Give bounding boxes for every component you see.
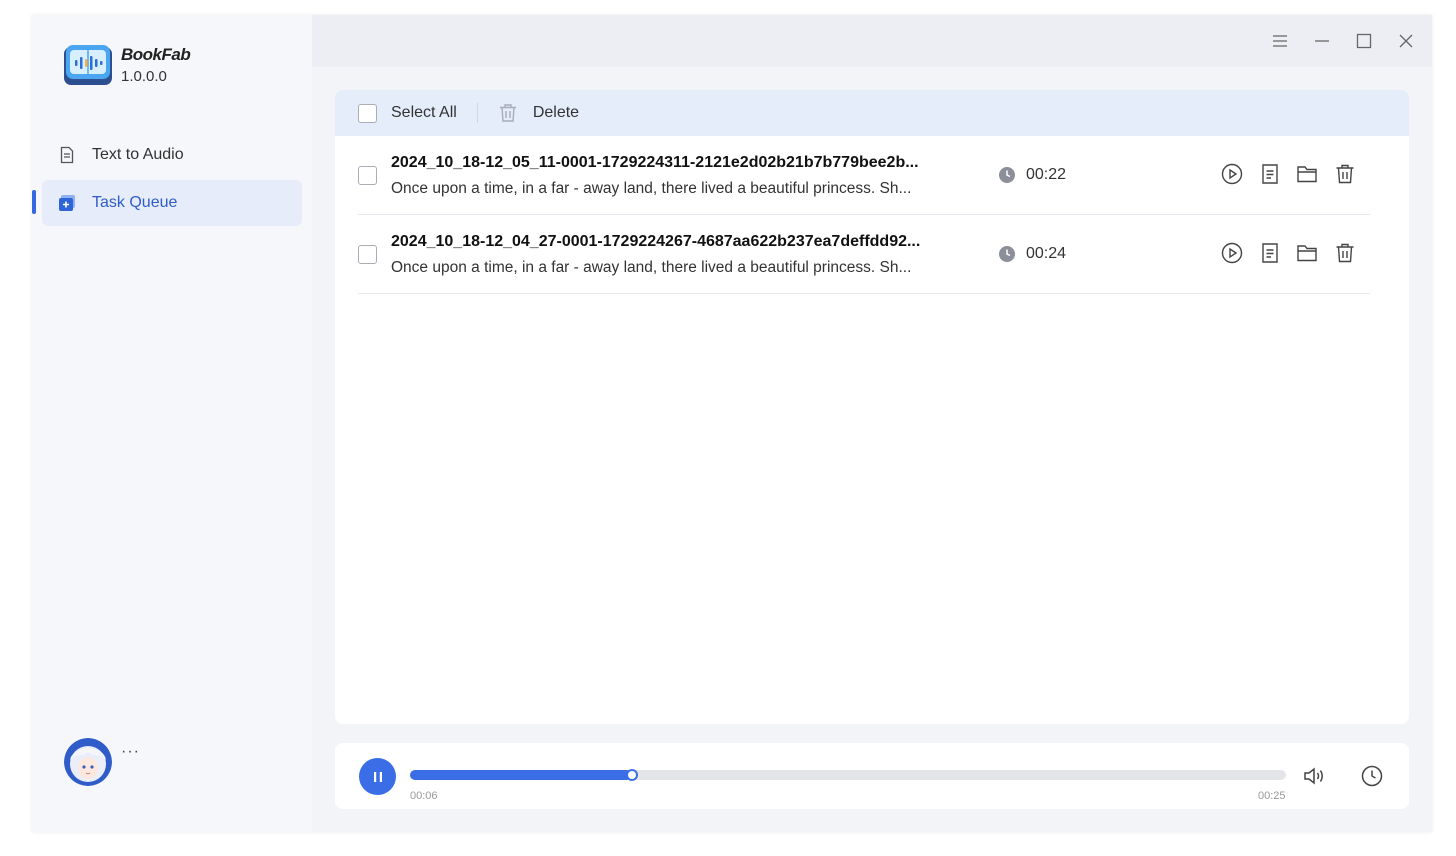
task-title: 2024_10_18-12_04_27-0001-1729224267-4687… <box>391 233 921 250</box>
task-duration: 00:22 <box>998 166 1066 184</box>
folder-icon <box>1297 166 1317 183</box>
progress-fill <box>410 770 632 780</box>
sidebar-item-text-to-audio[interactable]: Text to Audio <box>42 132 302 178</box>
task-toolbar: Select All Delete <box>335 90 1409 136</box>
volume-button[interactable] <box>1301 763 1327 789</box>
active-indicator <box>32 190 36 214</box>
audio-player: 00:06 00:25 <box>335 743 1409 809</box>
sidebar-item-label: Text to Audio <box>92 146 184 163</box>
folder-icon <box>1297 245 1317 262</box>
sidebar: BookFab 1.0.0.0 Text to Audio Task Queue… <box>32 15 312 832</box>
total-time: 00:25 <box>1258 790 1286 802</box>
open-folder-button[interactable] <box>1295 162 1319 186</box>
delete-task-button[interactable] <box>1333 162 1357 186</box>
clock-icon <box>998 166 1016 184</box>
title-bar <box>312 15 1432 67</box>
app-logo-icon <box>64 45 112 85</box>
task-actions <box>1220 162 1370 186</box>
brand: BookFab 1.0.0.0 <box>64 45 191 85</box>
close-icon <box>1399 34 1413 48</box>
sidebar-item-task-queue[interactable]: Task Queue <box>42 180 302 226</box>
timer-button[interactable] <box>1359 763 1385 789</box>
select-all-label[interactable]: Select All <box>391 104 457 122</box>
menu-icon <box>1273 35 1287 47</box>
text-file-icon <box>1261 164 1278 184</box>
maximize-button[interactable] <box>1352 29 1376 53</box>
task-checkbox[interactable] <box>358 166 377 185</box>
clock-icon <box>998 245 1016 263</box>
menu-button[interactable] <box>1268 29 1292 53</box>
text-file-icon <box>1261 243 1278 263</box>
task-list-panel: Select All Delete 2024_10_18-12_05_11-00… <box>335 90 1409 724</box>
task-title: 2024_10_18-12_05_11-0001-1729224311-2121… <box>391 154 919 171</box>
task-row: 2024_10_18-12_05_11-0001-1729224311-2121… <box>358 136 1370 215</box>
app-version: 1.0.0.0 <box>121 68 167 85</box>
task-actions <box>1220 241 1370 265</box>
delete-task-button[interactable] <box>1333 241 1357 265</box>
maximize-icon <box>1356 33 1372 49</box>
trash-icon <box>1336 164 1353 184</box>
current-time: 00:06 <box>410 790 438 802</box>
toolbar-divider <box>476 103 478 123</box>
duration-text: 00:22 <box>1026 166 1067 183</box>
trash-icon <box>498 103 518 123</box>
pause-icon <box>373 771 376 782</box>
avatar[interactable] <box>64 738 112 786</box>
progress-thumb[interactable] <box>625 769 638 781</box>
select-all-checkbox[interactable] <box>358 103 377 123</box>
view-text-button[interactable] <box>1258 162 1282 186</box>
play-circle-icon <box>1221 242 1243 264</box>
app-window: BookFab 1.0.0.0 Text to Audio Task Queue… <box>32 15 1432 832</box>
play-task-button[interactable] <box>1220 162 1244 186</box>
task-duration: 00:24 <box>998 245 1066 263</box>
task-description: Once upon a time, in a far - away land, … <box>391 180 912 197</box>
view-text-button[interactable] <box>1258 241 1282 265</box>
queue-icon <box>58 194 76 212</box>
duration-text: 00:24 <box>1026 245 1067 262</box>
open-folder-button[interactable] <box>1295 241 1319 265</box>
trash-icon <box>1336 243 1353 263</box>
play-task-button[interactable] <box>1220 241 1244 265</box>
delete-label: Delete <box>532 104 580 121</box>
close-button[interactable] <box>1394 29 1418 53</box>
volume-icon <box>1304 767 1323 785</box>
pause-button[interactable] <box>359 758 396 795</box>
sidebar-item-label: Task Queue <box>92 194 178 211</box>
task-checkbox[interactable] <box>358 245 377 264</box>
minimize-button[interactable] <box>1310 29 1334 53</box>
task-row: 2024_10_18-12_04_27-0001-1729224267-4687… <box>358 215 1370 294</box>
play-circle-icon <box>1221 163 1243 185</box>
delete-button[interactable]: Delete <box>498 103 579 123</box>
task-description: Once upon a time, in a far - away land, … <box>391 259 912 276</box>
account-more-button[interactable]: ··· <box>121 743 140 761</box>
document-icon <box>58 146 76 164</box>
progress-slider[interactable] <box>410 769 1286 781</box>
app-name: BookFab <box>121 45 191 64</box>
